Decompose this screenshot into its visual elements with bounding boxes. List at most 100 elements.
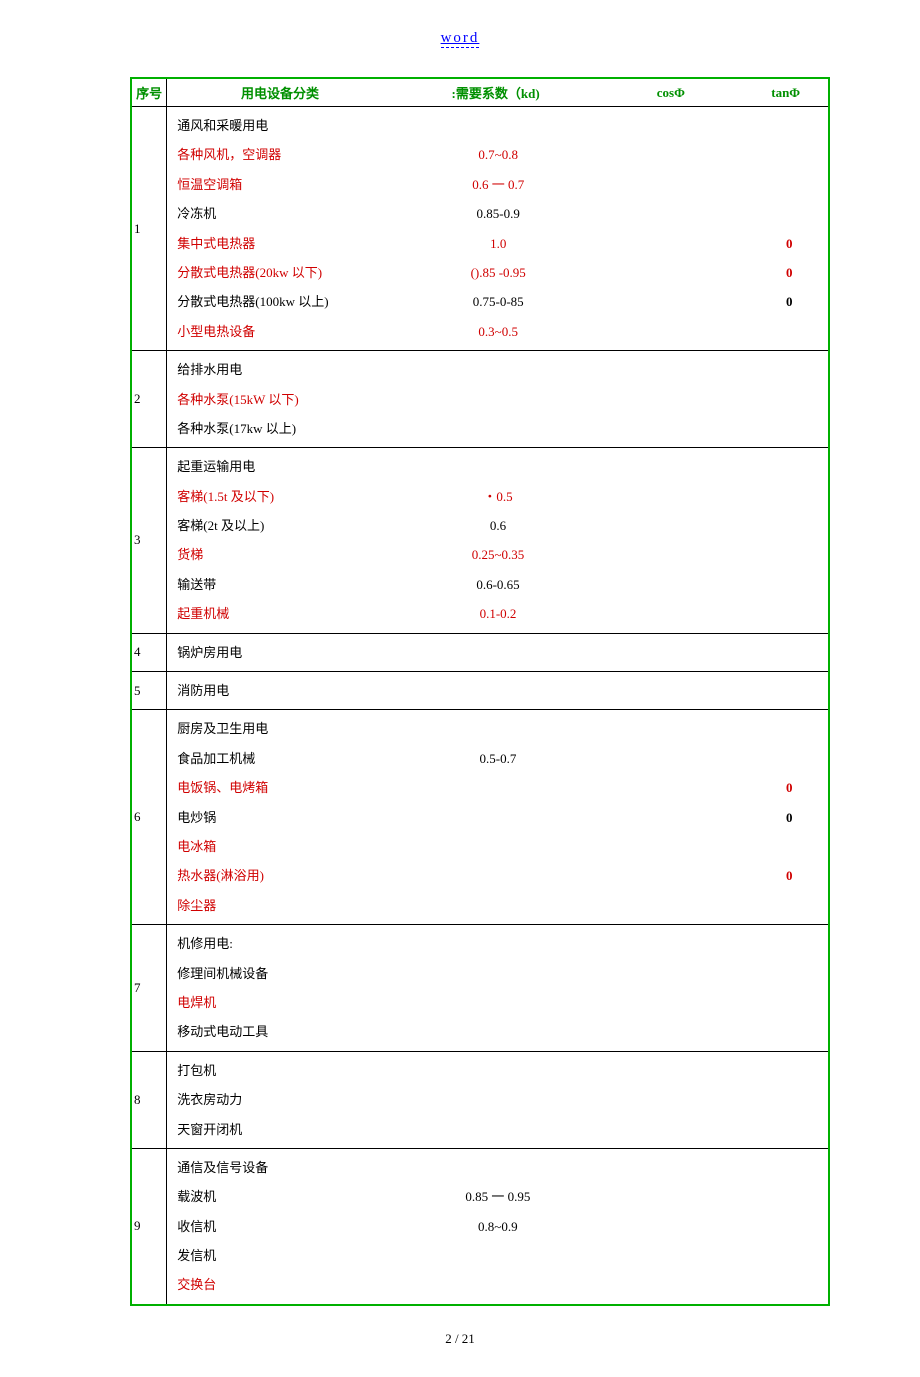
equipment-name: 集中式电热器 <box>167 229 391 258</box>
tan-value: 0 <box>740 803 828 832</box>
tan-value: 0 <box>741 229 828 258</box>
group-body: 通信及信号设备载波机0.85 一 0.95收信机0.8~0.9发信机交换台 <box>167 1148 829 1304</box>
col-name: 用电设备分类 <box>167 78 393 107</box>
equipment-name: 客梯(1.5t 及以下) <box>167 482 390 511</box>
table-row: 载波机0.85 一 0.95 <box>167 1182 828 1211</box>
group-body: 机修用电:修理间机械设备电焊机移动式电动工具 <box>167 925 829 1052</box>
seq-cell: 8 <box>131 1051 167 1148</box>
cos-value <box>595 170 740 199</box>
table-group-row: 4锅炉房用电 <box>131 633 829 671</box>
cos-value <box>596 452 741 481</box>
tan-value: 0 <box>741 287 828 316</box>
table-row: 交换台 <box>167 1270 828 1299</box>
col-kd: :需要系数（kd) <box>393 78 598 107</box>
table-row: 天窗开闭机 <box>167 1115 828 1144</box>
kd-value: 0.85-0.9 <box>391 199 595 228</box>
equipment-name: 各种风机，空调器 <box>167 140 391 169</box>
cos-value <box>596 570 741 599</box>
kd-value: 0.1-0.2 <box>391 599 596 628</box>
equipment-name: 通信及信号设备 <box>167 1153 390 1182</box>
tan-value <box>740 891 828 920</box>
equipment-name: 客梯(2t 及以上) <box>167 511 390 540</box>
tan-value <box>741 414 828 443</box>
equipment-name: 打包机 <box>167 1056 391 1085</box>
tan-value <box>741 1270 828 1299</box>
cos-value <box>596 540 741 569</box>
equipment-name: 各种水泵(17kw 以上) <box>167 414 391 443</box>
equipment-name: 锅炉房用电 <box>167 638 391 667</box>
table-row: 客梯(1.5t 及以下)・0.5 <box>167 482 828 511</box>
table-row: 小型电热设备0.3~0.5 <box>167 317 828 346</box>
table-group-row: 1通风和采暖用电各种风机，空调器0.7~0.8恒温空调箱0.6 一 0.7冷冻机… <box>131 107 829 351</box>
equipment-name: 电冰箱 <box>167 832 391 861</box>
table-row: 机修用电: <box>167 929 828 958</box>
cos-value <box>596 599 741 628</box>
equipment-name: 厨房及卫生用电 <box>167 714 391 743</box>
cos-value <box>595 959 741 988</box>
group-body: 厨房及卫生用电食品加工机械0.5-0.7电饭锅、电烤箱0电炒锅0电冰箱热水器(淋… <box>167 710 829 925</box>
kd-value: 0.6 一 0.7 <box>391 170 595 199</box>
cos-value <box>595 861 740 890</box>
equipment-name: 机修用电: <box>167 929 391 958</box>
table-row: 电焊机 <box>167 988 828 1017</box>
kd-value: ・0.5 <box>391 482 596 511</box>
kd-value: 0.85 一 0.95 <box>390 1182 595 1211</box>
kd-value <box>391 861 595 890</box>
kd-value <box>391 891 595 920</box>
table-row: 移动式电动工具 <box>167 1017 828 1046</box>
col-cos: cosΦ <box>598 78 743 107</box>
cos-value <box>595 1212 740 1241</box>
col-tan: tanΦ <box>743 78 829 107</box>
cos-value <box>595 317 740 346</box>
cos-value <box>595 229 740 258</box>
tan-value <box>740 744 828 773</box>
cos-value <box>595 258 740 287</box>
equipment-name: 发信机 <box>167 1241 390 1270</box>
tan-value <box>741 1241 828 1270</box>
tan-value <box>740 1115 828 1144</box>
table-group-row: 3起重运输用电客梯(1.5t 及以下)・0.5客梯(2t 及以上)0.6货梯0.… <box>131 448 829 633</box>
cos-value <box>595 714 740 743</box>
kd-value: ().85 -0.95 <box>391 258 595 287</box>
equipment-name: 分散式电热器(100kw 以上) <box>167 287 391 316</box>
cos-value <box>596 482 741 511</box>
equipment-name: 起重运输用电 <box>167 452 390 481</box>
tan-value <box>740 676 828 705</box>
table-group-row: 6厨房及卫生用电食品加工机械0.5-0.7电饭锅、电烤箱0电炒锅0电冰箱热水器(… <box>131 710 829 925</box>
cos-value <box>595 1153 740 1182</box>
cos-value <box>596 511 741 540</box>
equipment-name: 分散式电热器(20kw 以下) <box>167 258 391 287</box>
table-row: 通风和采暖用电 <box>167 111 828 140</box>
tan-value <box>741 385 828 414</box>
equipment-name: 冷冻机 <box>167 199 391 228</box>
equipment-name: 载波机 <box>167 1182 390 1211</box>
table-row: 收信机0.8~0.9 <box>167 1212 828 1241</box>
kd-value <box>391 1115 595 1144</box>
table-row: 发信机 <box>167 1241 828 1270</box>
tan-value <box>741 452 828 481</box>
equipment-name: 电饭锅、电烤箱 <box>167 773 391 802</box>
table-row: 打包机 <box>167 1056 828 1085</box>
table-row: 各种风机，空调器0.7~0.8 <box>167 140 828 169</box>
kd-value <box>391 355 595 384</box>
kd-value <box>391 452 596 481</box>
table-group-row: 2给排水用电各种水泵(15kW 以下)各种水泵(17kw 以上) <box>131 351 829 448</box>
tan-value <box>741 570 828 599</box>
equipment-name: 热水器(淋浴用) <box>167 861 391 890</box>
equipment-name: 消防用电 <box>167 676 391 705</box>
tan-value <box>741 170 828 199</box>
seq-cell: 1 <box>131 107 167 351</box>
table-header-row: 序号 用电设备分类 :需要系数（kd) cosΦ tanΦ <box>131 78 829 107</box>
seq-cell: 7 <box>131 925 167 1052</box>
seq-cell: 3 <box>131 448 167 633</box>
table-row: 各种水泵(15kW 以下) <box>167 385 828 414</box>
table-row: 输送带0.6-0.65 <box>167 570 828 599</box>
kd-value: 0.6 <box>391 511 596 540</box>
table-row: 电饭锅、电烤箱0 <box>167 773 828 802</box>
tan-value <box>740 1017 828 1046</box>
table-row: 各种水泵(17kw 以上) <box>167 414 828 443</box>
seq-cell: 9 <box>131 1148 167 1304</box>
cos-value <box>595 1085 741 1114</box>
word-link[interactable]: word <box>441 30 480 48</box>
tan-value <box>741 1182 828 1211</box>
